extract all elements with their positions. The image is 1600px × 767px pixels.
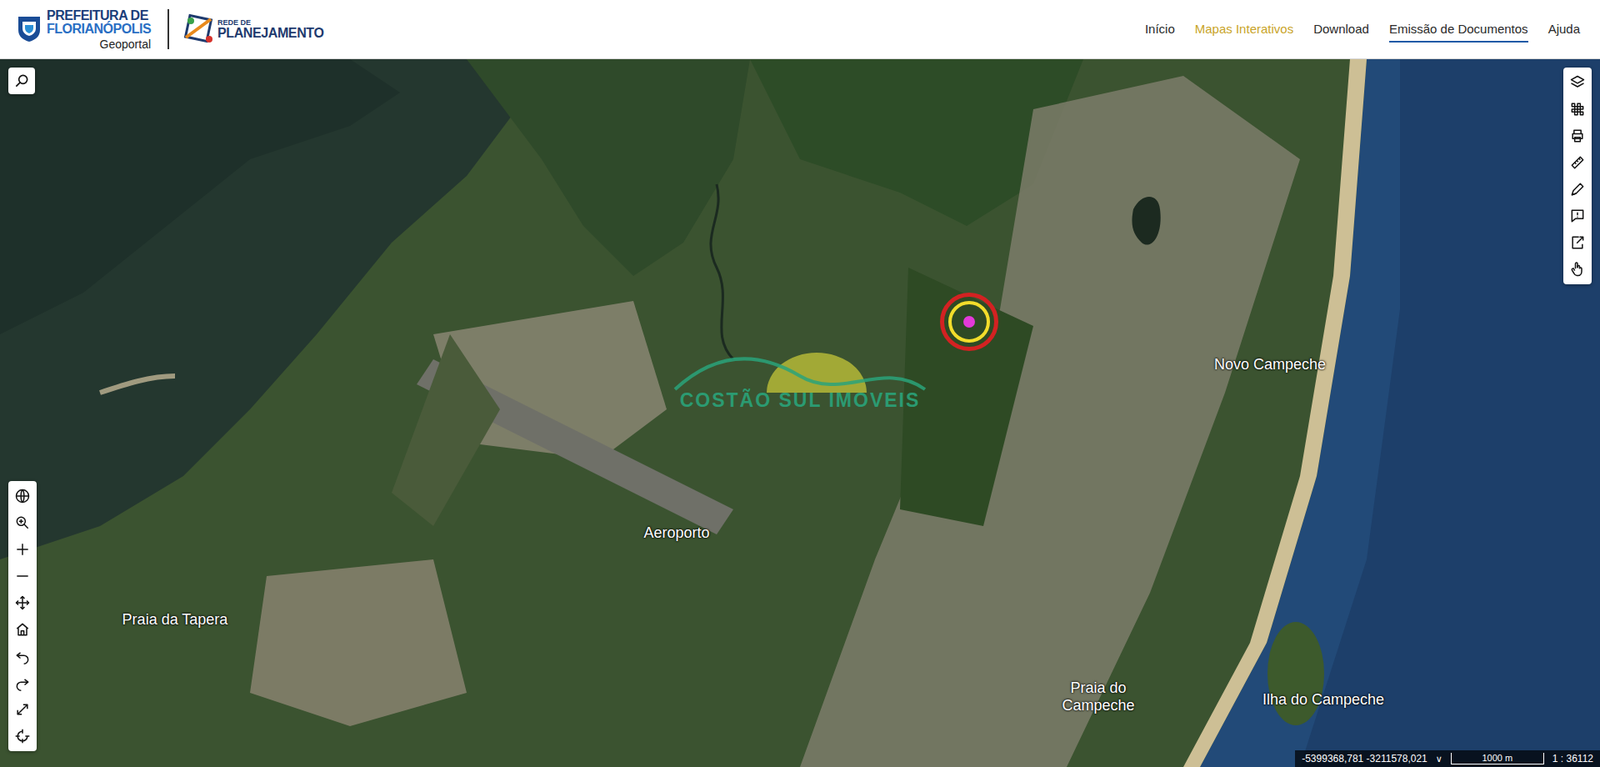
zoom-out-icon (14, 567, 31, 585)
tool-button[interactable] (1565, 149, 1590, 176)
layers-icon (1569, 74, 1586, 91)
location-marker[interactable] (940, 292, 999, 351)
zoom-in-icon (14, 540, 31, 558)
info-box-icon (1569, 207, 1586, 225)
city-shield-icon (16, 15, 42, 44)
place-label: Praia da Tapera (122, 610, 229, 629)
tool-button[interactable] (10, 589, 35, 616)
zoom-area-icon (14, 514, 31, 531)
tool-button[interactable] (10, 535, 35, 563)
logo-subtitle: Geoportal (100, 38, 151, 50)
place-label: Praia do Campeche (1048, 679, 1149, 715)
checker-icon (1569, 100, 1586, 118)
scale-ratio: 1 : 36112 (1552, 752, 1594, 765)
tool-button[interactable] (10, 509, 35, 536)
tool-button[interactable] (10, 695, 35, 723)
tool-button[interactable] (1565, 202, 1590, 230)
right-toolbar (1563, 67, 1592, 285)
coordinates: -5399368,781 -3211578,021 (1301, 752, 1428, 765)
nav-item[interactable]: Ajuda (1548, 16, 1580, 43)
tool-button[interactable] (1565, 255, 1590, 283)
logo-line2: FLORIANÓPOLIS (46, 22, 151, 36)
watermark: COSTÃO SUL IMOVEIS (666, 342, 934, 412)
main-nav: Início Mapas Interativos Download Emissão d… (1145, 16, 1584, 43)
partner-line1: REDE DE (217, 19, 324, 27)
tool-button[interactable] (10, 642, 35, 670)
logo-line1: PREFEITURA DE (46, 9, 151, 23)
pencil-icon (1569, 180, 1586, 198)
place-label: Aeroporto (643, 524, 710, 542)
tool-button[interactable] (10, 669, 35, 696)
export-icon (1569, 234, 1586, 251)
scale-bar: 1000 m (1450, 752, 1545, 765)
hand-pointer-icon (1569, 260, 1586, 278)
status-bar: -5399368,781 -3211578,021 ∨ 1000 m 1 : 3611… (1295, 750, 1600, 767)
tool-button[interactable] (10, 722, 35, 750)
globe-icon (14, 487, 31, 505)
network-mark-icon (182, 12, 216, 46)
left-toolbar (8, 480, 37, 751)
partner-logo[interactable]: REDE DEPLANEJAMENTO (182, 12, 324, 46)
place-label: Ilha do Campeche (1262, 690, 1385, 709)
tool-button[interactable] (10, 482, 35, 510)
expand-icon (14, 700, 31, 718)
projection-dropdown[interactable]: ∨ (1435, 753, 1443, 765)
satellite-imagery (0, 59, 1600, 767)
pan-arrows-icon (14, 594, 31, 611)
ruler-icon (1569, 154, 1586, 171)
tool-button[interactable] (1565, 175, 1590, 203)
tool-button[interactable] (10, 562, 35, 590)
tool-button[interactable] (10, 615, 35, 643)
nav-item[interactable]: Emissão de Documentos (1389, 16, 1529, 43)
undo-icon (14, 647, 31, 665)
tool-button[interactable] (1565, 229, 1590, 256)
nav-item[interactable]: Mapas Interativos (1195, 16, 1294, 43)
tool-button[interactable] (1565, 95, 1590, 123)
redo-icon (14, 674, 31, 691)
top-bar: PREFEITURA DEFLORIANÓPOLIS Geoportal REDE … (0, 0, 1600, 60)
tool-button[interactable] (1565, 69, 1590, 96)
search-button[interactable] (8, 67, 35, 95)
place-label: Novo Campeche (1214, 355, 1326, 374)
nav-item[interactable]: Início (1145, 16, 1175, 43)
map-view[interactable]: Novo Campeche Aeroporto Praia da Tapera Pra… (0, 59, 1600, 767)
partner-line2: PLANEJAMENTO (217, 26, 324, 40)
home-icon (14, 620, 31, 638)
printer-icon (1569, 127, 1586, 145)
brand-divider (167, 9, 170, 50)
brand[interactable]: PREFEITURA DEFLORIANÓPOLIS Geoportal (16, 9, 151, 50)
reset-view-icon (14, 727, 31, 745)
geoportal-page: PREFEITURA DEFLORIANÓPOLIS Geoportal REDE … (0, 0, 1600, 767)
search-icon (13, 72, 30, 90)
tool-button[interactable] (1565, 122, 1590, 150)
nav-item[interactable]: Download (1313, 16, 1370, 43)
